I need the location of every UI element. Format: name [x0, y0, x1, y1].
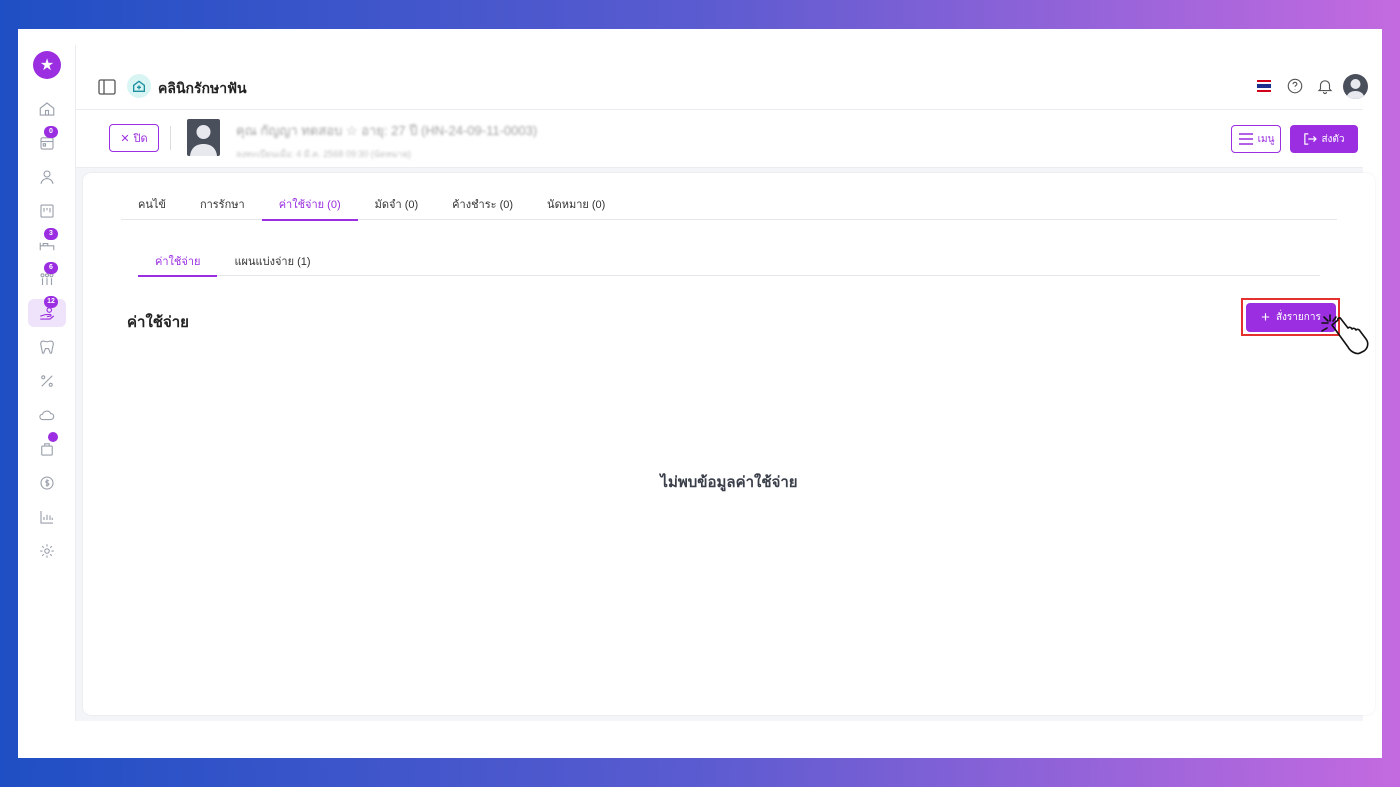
user-avatar[interactable]: [1343, 74, 1368, 99]
board-icon: [40, 204, 54, 218]
chart-icon: [40, 511, 53, 524]
tab-treatment[interactable]: การรักษา: [183, 187, 262, 219]
close-icon: ✕: [120, 132, 130, 145]
send-label: ส่งตัว: [1321, 133, 1345, 145]
app-window: ★ 0 3 6 12 คลินิกรักษาฟัน ✕ ปิด คุณ กัญญ…: [19, 45, 1375, 721]
sidebar-item-discount[interactable]: [28, 367, 66, 395]
bag-icon: [41, 443, 53, 456]
sidebar-item-user[interactable]: [28, 163, 66, 191]
patient-bar: ✕ ปิด คุณ กัญญา ทดสอบ ☆ อายุ: 27 ปี (HN-…: [76, 110, 1363, 168]
sidebar-item-settings[interactable]: [28, 537, 66, 565]
hamburger-icon: [1238, 133, 1253, 145]
calendar-badge: 0: [44, 126, 58, 138]
sidebar-toggle-icon[interactable]: [98, 79, 116, 95]
star-logo-icon[interactable]: ★: [33, 51, 61, 79]
pointer-hand-icon: [1321, 314, 1369, 355]
sidebar-item-home[interactable]: [28, 95, 66, 123]
payment-badge: 12: [44, 296, 58, 308]
home-icon: [39, 102, 55, 116]
bag-badge-dot: [48, 432, 58, 442]
close-button[interactable]: ✕ ปิด: [109, 124, 159, 152]
user-icon: [40, 170, 54, 184]
clinic-name: คลินิกรักษาฟัน: [158, 80, 247, 96]
sidebar-item-calendar[interactable]: 0: [28, 126, 66, 157]
sidebar-item-payment[interactable]: 12: [28, 296, 66, 327]
patient-avatar: [187, 119, 220, 156]
menu-button[interactable]: เมนู: [1231, 125, 1281, 153]
tab-outstanding[interactable]: ค้างชำระ (0): [435, 187, 530, 219]
sub-tabs: ค่าใช้จ่าย แผนแบ่งจ่าย (1): [138, 245, 1320, 277]
patient-info: คุณ กัญญา ทดสอบ ☆ อายุ: 27 ปี (HN-24-09-…: [236, 116, 586, 162]
section-title: ค่าใช้จ่าย: [127, 314, 189, 331]
thai-flag-icon[interactable]: [1257, 80, 1271, 92]
sidebar-item-cloud[interactable]: [28, 401, 66, 429]
subtab-expenses[interactable]: ค่าใช้จ่าย: [138, 245, 218, 277]
help-icon[interactable]: [1286, 77, 1304, 95]
percent-icon: [41, 375, 53, 387]
tab-deposit[interactable]: มัดจำ (0): [358, 187, 436, 219]
sidebar-item-report[interactable]: [28, 503, 66, 531]
subtab-installment-plan[interactable]: แผนแบ่งจ่าย (1): [217, 245, 327, 275]
patient-name: คุณ กัญญา ทดสอบ ☆ อายุ: 27 ปี (HN-24-09-…: [236, 123, 538, 138]
tab-expenses[interactable]: ค่าใช้จ่าย (0): [261, 187, 358, 221]
close-label: ปิด: [133, 133, 148, 145]
bed-badge: 3: [44, 228, 58, 240]
sidebar-rail: ★ 0 3 6 12: [19, 45, 76, 721]
top-bar: คลินิกรักษาฟัน: [76, 45, 1368, 110]
sidebar-item-board[interactable]: [28, 197, 66, 225]
divider: [170, 126, 171, 150]
dollar-icon: [40, 476, 54, 490]
tab-appointment[interactable]: นัดหมาย (0): [530, 187, 622, 219]
menu-label: เมนู: [1257, 133, 1275, 145]
people-badge: 6: [44, 262, 58, 274]
sidebar-item-bed[interactable]: 3: [28, 228, 66, 259]
cloud-icon: [39, 410, 55, 421]
sidebar-item-bag[interactable]: [28, 432, 66, 463]
logout-arrow-icon: [1304, 133, 1318, 145]
sidebar-item-tooth[interactable]: [28, 333, 66, 361]
empty-state-text: ไม่พบข้อมูลค่าใช้จ่าย: [660, 474, 798, 491]
content-card: คนไข้ การรักษา ค่าใช้จ่าย (0) มัดจำ (0) …: [83, 173, 1375, 715]
sidebar-item-people[interactable]: 6: [28, 262, 66, 293]
tab-patient[interactable]: คนไข้: [121, 187, 183, 219]
tooth-icon: [40, 340, 54, 354]
gear-icon: [40, 544, 54, 558]
main-tabs: คนไข้ การรักษา ค่าใช้จ่าย (0) มัดจำ (0) …: [121, 187, 1337, 221]
clinic-logo-icon: [127, 74, 151, 98]
send-patient-button[interactable]: ส่งตัว: [1290, 125, 1358, 153]
patient-registration: ลงทะเบียนเมื่อ: 4 มี.ค. 2568 09:30 (นัดห…: [236, 149, 411, 159]
bell-icon[interactable]: [1316, 77, 1334, 95]
sidebar-item-finance[interactable]: [28, 469, 66, 497]
